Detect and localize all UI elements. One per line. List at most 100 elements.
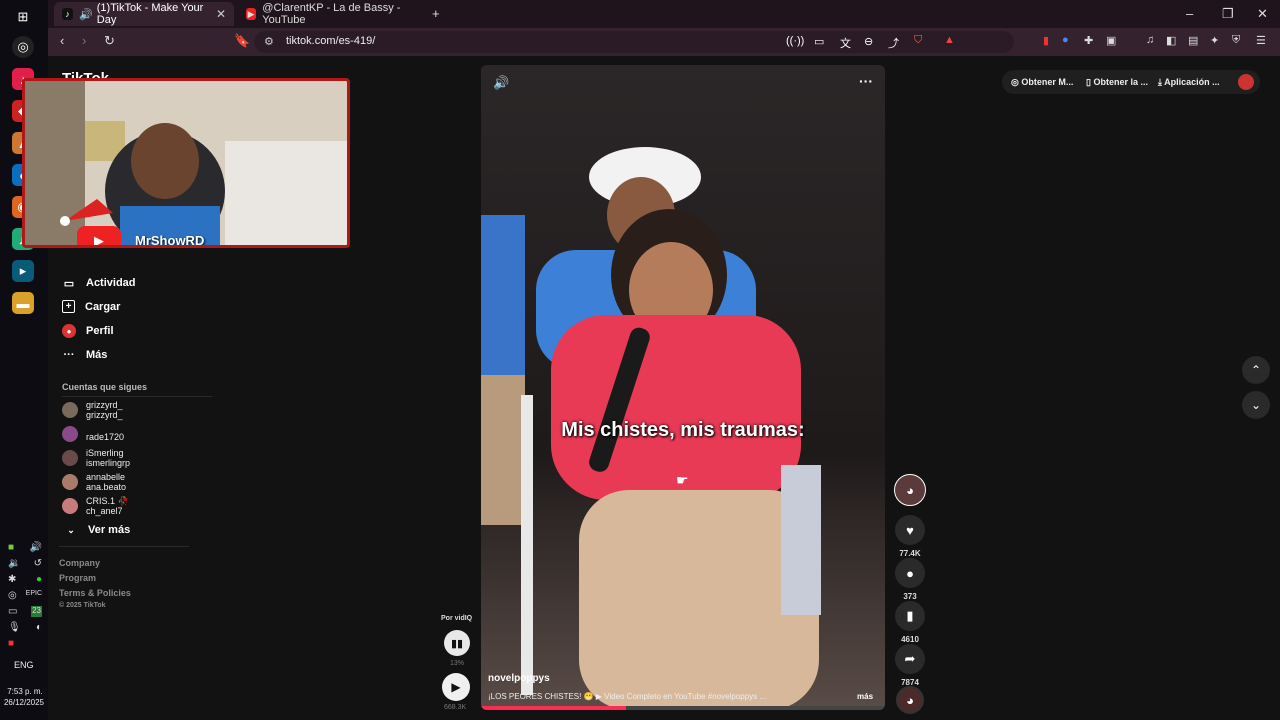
file-explorer-icon[interactable]: ▬ <box>12 292 34 314</box>
tab-title: @ClarentKP - La de Bassy - YouTube <box>262 2 401 26</box>
forward-icon[interactable]: › <box>82 33 86 48</box>
tab-tiktok[interactable]: ♪ 🔊 (1)TikTok - Make Your Day ✕ <box>54 2 234 26</box>
media-music-icon[interactable]: ♫ <box>1146 34 1154 46</box>
get-app-button[interactable]: ▯ Obtener la ... <box>1086 77 1148 88</box>
vpn-icon[interactable]: ⛨ <box>1232 34 1240 47</box>
author-avatar-button[interactable]: ◕ <box>893 474 927 506</box>
leo-ai-icon[interactable]: ✦ <box>1210 34 1219 47</box>
restore-icon[interactable]: ❐ <box>1222 6 1234 22</box>
clock-date[interactable]: 26/12/2025 <box>0 698 48 707</box>
speaker-tab-icon[interactable]: 🔊 <box>79 8 93 21</box>
following-item[interactable]: rade1720 <box>62 426 124 442</box>
save-button[interactable]: ▮ 4610 <box>893 601 927 644</box>
video-player[interactable]: 🔊 ··· Mis chistes, mis traumas: novelpop… <box>481 65 885 710</box>
calendar-badge-icon[interactable]: 23 <box>31 606 42 617</box>
vidiq-stats-button[interactable]: ▮▮ <box>444 630 470 656</box>
get-coins-button[interactable]: ◎ Obtener M... <box>1011 77 1073 88</box>
sync-icon[interactable]: ↺ <box>34 558 42 569</box>
window-close-icon[interactable]: ✕ <box>1257 6 1268 22</box>
nvidia-icon[interactable]: ■ <box>8 542 14 553</box>
comment-icon: ● <box>895 558 925 588</box>
language-indicator[interactable]: ENG <box>14 660 34 670</box>
volume-icon[interactable]: 🔊 <box>493 75 509 91</box>
sidebar-item-perfil[interactable]: ● Perfil <box>62 324 114 338</box>
footer-company-link[interactable]: Company <box>59 558 100 568</box>
tab-title: (1)TikTok - Make Your Day <box>96 2 204 26</box>
extension-red-icon[interactable]: ▮ <box>1043 34 1049 47</box>
following-item[interactable]: annabelle ana.beato <box>62 472 126 492</box>
new-tab-icon[interactable]: + <box>432 6 440 21</box>
following-item[interactable]: CRIS.1 🥀 ch_anel7 <box>62 496 129 516</box>
minimize-icon[interactable]: – <box>1186 6 1193 21</box>
sidebar-item-mas[interactable]: ··· Más <box>62 348 108 362</box>
video-author[interactable]: novelpoppys <box>488 673 550 684</box>
back-icon[interactable]: ‹ <box>60 33 64 48</box>
footer-terms-link[interactable]: Terms & Policies <box>59 588 131 598</box>
sidebar-item-cargar[interactable]: + Cargar <box>62 300 120 313</box>
extension-blue-icon[interactable]: ● <box>1062 34 1069 46</box>
share-button[interactable]: ➦ 7874 <box>893 644 927 687</box>
account-handle: ana.beato <box>86 482 127 492</box>
discord-icon[interactable]: ◐ <box>36 622 42 633</box>
chrome-tray-icon[interactable]: ◎ <box>8 590 17 601</box>
windows-start-icon[interactable]: ⊞ <box>12 6 34 28</box>
wallet-icon[interactable]: ▤ <box>1188 34 1198 47</box>
address-bar[interactable]: ⚙ tiktok.com/es-419/ ((·)) ▭ 文 ⊖ ⤴ ⛉ ▲ <box>254 31 1014 53</box>
next-video-button[interactable]: ⌄ <box>1242 391 1270 419</box>
application-button[interactable]: ⤓ Aplicación ... <box>1158 77 1220 88</box>
monitor-icon[interactable]: ▭ <box>8 606 17 617</box>
avatar <box>62 402 78 418</box>
following-item[interactable]: iSmerling ismerlingrp <box>62 448 130 468</box>
zoom-icon[interactable]: ⊖ <box>864 35 873 48</box>
screen-icon[interactable]: ▭ <box>814 35 824 48</box>
activity-icon: ▭ <box>63 277 75 290</box>
volume-icon[interactable]: 🔊 <box>30 542 42 553</box>
play-icon: ▶ <box>451 680 461 694</box>
menu-icon[interactable]: ☰ <box>1256 34 1266 47</box>
brave-rewards-icon[interactable]: ▲ <box>944 34 955 46</box>
terminal-app-icon[interactable]: ▸ <box>12 260 34 282</box>
reload-icon[interactable]: ↻ <box>104 33 115 49</box>
url-text[interactable]: tiktok.com/es-419/ <box>286 35 375 47</box>
epic-icon[interactable]: EPIC <box>26 590 42 601</box>
music-disc-button[interactable]: ◕ <box>893 686 927 714</box>
close-tab-icon[interactable]: ✕ <box>216 7 226 21</box>
cast-icon[interactable]: ((·)) <box>786 35 804 47</box>
brave-shield-icon[interactable]: ⛉ <box>914 34 922 47</box>
sidebar-toggle-icon[interactable]: ◧ <box>1166 34 1176 47</box>
previous-video-button[interactable]: ⌃ <box>1242 356 1270 384</box>
footer-program-link[interactable]: Program <box>59 573 96 583</box>
sidebar-item-label: Actividad <box>86 277 136 289</box>
app-red-icon[interactable]: ■ <box>8 638 14 649</box>
like-button[interactable]: ♥ 77.4K <box>893 515 927 558</box>
more-icon: ··· <box>63 349 75 361</box>
more-options-icon[interactable]: ··· <box>859 73 873 89</box>
copyright-text: © 2025 TikTok <box>59 602 106 609</box>
sidebar-item-label: Perfil <box>86 325 114 337</box>
bluetooth-icon[interactable]: ✱ <box>8 574 16 585</box>
comment-count: 373 <box>903 592 917 601</box>
progress-track[interactable] <box>481 706 885 710</box>
comment-button[interactable]: ● 373 <box>893 558 927 601</box>
user-avatar[interactable] <box>1238 74 1254 90</box>
share-icon[interactable]: ⤴ <box>888 35 899 51</box>
more-link[interactable]: más <box>857 692 873 701</box>
clock-time[interactable]: 7:53 p. m. <box>2 687 48 696</box>
sidebar-item-actividad[interactable]: ▭ Actividad <box>62 276 136 290</box>
see-more-button[interactable]: ⌄ Ver más <box>64 523 130 537</box>
play-button[interactable]: ▶ <box>442 673 470 701</box>
bookmark-icon[interactable]: 🔖 <box>234 33 250 49</box>
chrome-app-icon[interactable]: ◎ <box>12 36 34 58</box>
translate-icon[interactable]: 文 <box>840 35 851 51</box>
extension-box-icon[interactable]: ▣ <box>1106 34 1116 47</box>
extensions-puzzle-icon[interactable]: ✚ <box>1084 34 1093 47</box>
avatar <box>62 426 78 442</box>
account-handle: ch_anel7 <box>86 506 123 516</box>
following-item[interactable]: grizzyrd_ grizzyrd_ <box>62 400 123 420</box>
tab-youtube[interactable]: ▶ @ClarentKP - La de Bassy - YouTube <box>238 2 428 26</box>
account-name: iSmerling <box>86 448 124 458</box>
microphone-icon[interactable]: 🎙 <box>8 622 21 633</box>
xbox-icon[interactable]: ● <box>36 574 42 585</box>
site-info-icon[interactable]: ⚙ <box>264 35 274 48</box>
speaker-icon[interactable]: 🔉 <box>8 558 20 569</box>
